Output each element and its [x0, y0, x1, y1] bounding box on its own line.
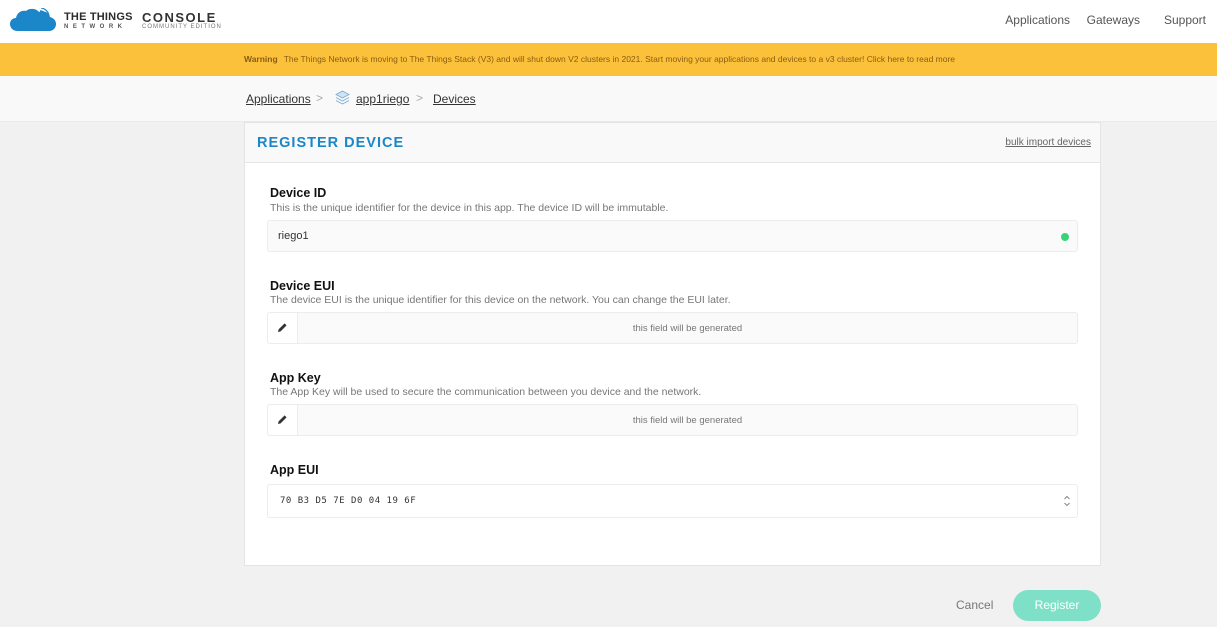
device-eui-description: The device EUI is the unique identifier …: [270, 294, 731, 306]
register-button[interactable]: Register: [1013, 590, 1101, 621]
app-eui-label: App EUI: [270, 463, 319, 477]
brand-name-bottom: NETWORK: [64, 24, 127, 30]
breadcrumb: Applications > app1riego > Devices: [0, 76, 1217, 122]
breadcrumb-separator: >: [316, 91, 324, 105]
warning-banner[interactable]: Warning The Things Network is moving to T…: [0, 43, 1217, 76]
app-key-field: this field will be generated: [267, 404, 1078, 436]
device-id-description: This is the unique identifier for the de…: [270, 202, 669, 214]
device-id-input[interactable]: riego1: [267, 220, 1078, 252]
valid-indicator-icon: [1061, 233, 1069, 241]
bulk-import-link[interactable]: bulk import devices: [1005, 137, 1091, 148]
cloud-icon: [10, 8, 56, 31]
device-id-value: riego1: [278, 230, 309, 242]
cancel-button[interactable]: Cancel: [956, 598, 993, 612]
nav-applications[interactable]: Applications: [1005, 13, 1070, 27]
nav-support[interactable]: Support: [1164, 13, 1206, 27]
app-key-label: App Key: [270, 371, 321, 385]
app-key-placeholder: this field will be generated: [632, 415, 743, 426]
device-eui-field: this field will be generated: [267, 312, 1078, 344]
app-eui-value: 70 B3 D5 7E D0 04 19 6F: [280, 496, 417, 506]
ttn-logo[interactable]: THE THINGS NETWORK CONSOLE COMMUNITY EDI…: [10, 6, 240, 36]
card-header: REGISTER DEVICE bulk import devices: [245, 123, 1100, 163]
device-eui-label: Device EUI: [270, 279, 335, 293]
top-bar: THE THINGS NETWORK CONSOLE COMMUNITY EDI…: [0, 0, 1217, 43]
warning-label: Warning: [244, 54, 278, 64]
nav-gateways[interactable]: Gateways: [1087, 13, 1140, 27]
select-arrows-icon: [1064, 495, 1070, 507]
breadcrumb-app[interactable]: app1riego: [356, 92, 409, 106]
app-key-description: The App Key will be used to secure the c…: [270, 386, 702, 398]
console-edition: COMMUNITY EDITION: [142, 24, 222, 30]
brand-name-top: THE THINGS: [64, 11, 133, 23]
card-title: REGISTER DEVICE: [257, 135, 405, 151]
pencil-icon: [278, 323, 287, 332]
pencil-icon: [278, 415, 287, 424]
layers-icon: [335, 90, 350, 105]
device-id-label: Device ID: [270, 186, 327, 200]
breadcrumb-applications[interactable]: Applications: [246, 92, 311, 106]
device-eui-placeholder: this field will be generated: [632, 323, 743, 334]
breadcrumb-devices[interactable]: Devices: [433, 92, 476, 106]
device-eui-edit-button[interactable]: [268, 313, 298, 343]
app-key-edit-button[interactable]: [268, 405, 298, 435]
warning-text[interactable]: The Things Network is moving to The Thin…: [284, 54, 955, 64]
app-eui-select[interactable]: 70 B3 D5 7E D0 04 19 6F: [267, 484, 1078, 518]
breadcrumb-separator: >: [416, 91, 424, 105]
console-title: CONSOLE: [142, 10, 217, 25]
register-device-card: REGISTER DEVICE bulk import devices Devi…: [244, 122, 1101, 566]
